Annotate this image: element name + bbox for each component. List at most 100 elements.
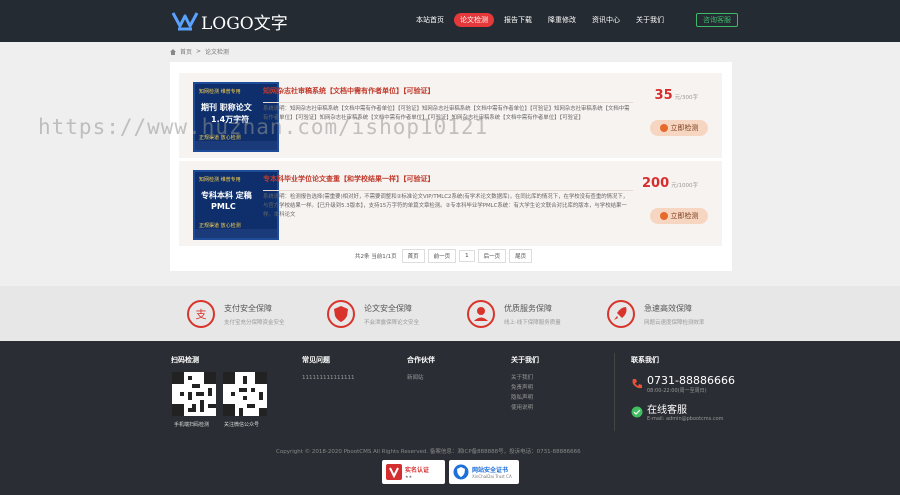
qr-label: 手机端扫码检测 [174, 422, 210, 428]
feature-item: 论文安全保障 不会泄露保障论文安全 [326, 299, 419, 329]
service-icon [467, 300, 495, 328]
pay-icon: 支 [187, 300, 215, 328]
thumb-line: 期刊 职称论文 [201, 103, 252, 112]
badge-subtitle: ★★ [405, 474, 413, 479]
feature-subtitle: 网题云速度保障检测效率 [644, 319, 705, 326]
footer-partner-column: 合作伙伴 新闻站 [407, 355, 435, 383]
footer-link[interactable]: 关于我们 [511, 373, 539, 383]
product-list-panel: 知网检测 维普专用 期刊 职称论文 1.4万字符 正规渠道 放心检测 知网杂志社… [170, 62, 732, 271]
check-now-label: 立即检测 [670, 124, 699, 132]
breadcrumb-home[interactable]: 首页 [180, 47, 192, 56]
nav-home[interactable]: 本站首页 [410, 13, 450, 27]
product-title[interactable]: 知网杂志社审稿系统【文档中需有作者单位】【可验证】 [263, 86, 435, 96]
footer-link[interactable]: 隐私声明 [511, 393, 539, 403]
thumb-line: 1.4万字符 [211, 115, 250, 124]
qr-code-mobile [172, 372, 216, 416]
contact-email: E-mail: admin@pbootcms.com [647, 416, 724, 422]
footer-link[interactable]: 使用说明 [511, 403, 539, 413]
arrow-circle-icon [659, 124, 668, 132]
footer-heading: 常见问题 [302, 356, 330, 364]
footer-faq-column: 常见问题 111111111111111 [302, 355, 355, 383]
feature-title: 论文安全保障 [364, 303, 412, 313]
badge-title: 实名认证 [405, 467, 430, 474]
feature-title: 优质服务保障 [504, 303, 552, 313]
page-number[interactable]: 1 [459, 250, 475, 262]
guarantee-band: 支 支付安全保障 支付宝充分保障资金安全 论文安全保障 不会泄露保障论文安全 优… [0, 286, 900, 341]
product-price: 200 元/1000字 [642, 176, 698, 191]
verified-v-icon [386, 464, 402, 480]
footer-link[interactable]: 111111111111111 [302, 373, 355, 383]
thumb-line: PMLC [211, 202, 236, 211]
logo-text: LOGO文字 [201, 14, 288, 34]
feature-item: 急速高效保障 网题云速度保障检测效率 [606, 299, 705, 329]
footer-qr-column: 扫码检测 [171, 355, 199, 373]
security-cert-badge[interactable]: 网站安全证书 XinChaiDai Trust CA [449, 460, 519, 484]
badge-title: 网站安全证书 [472, 467, 509, 474]
qr-code-wechat [223, 372, 267, 416]
thumb-band [195, 141, 277, 150]
divider [263, 102, 633, 103]
breadcrumb-separator: > [196, 48, 202, 55]
price-value: 35 [654, 88, 673, 103]
security-shield-icon [453, 464, 469, 480]
feature-title: 支付安全保障 [224, 303, 272, 313]
footer-heading: 关于我们 [511, 356, 539, 364]
phone-hours: 08:00-22:00(周一至周日) [647, 388, 707, 394]
product-item: 知网检测 维普专用 专科本科 定稿 PMLC 正规渠道 放心检测 专本科毕业学位… [179, 161, 722, 246]
site-footer: 扫码检测 手机端扫码检测 关注微信公众号 常见问题 11111111111111… [0, 341, 900, 495]
logo-mark-icon [171, 11, 199, 30]
contact-phone[interactable]: 0731-88886666 08:00-22:00(周一至周日) [631, 374, 735, 394]
nav-paper-check[interactable]: 论文检测 [454, 13, 494, 27]
site-logo[interactable]: LOGO文字 [171, 9, 288, 34]
product-description: 系统说明：检测报告选择(需重要)相对好，不需要调整和②标准论文VIP/TMLC2… [263, 194, 629, 218]
feature-title: 急速高效保障 [644, 303, 692, 313]
thumb-line: 知网检测 维普专用 [199, 177, 241, 183]
nav-rewrite[interactable]: 降重修改 [542, 13, 582, 27]
thumb-line: 专科本科 定稿 [201, 191, 252, 200]
main-nav: 本站首页 论文检测 报告下载 降重修改 资讯中心 关于我们 [410, 13, 674, 27]
nav-news[interactable]: 资讯中心 [586, 13, 626, 27]
product-title[interactable]: 专本科毕业学位论文查重【和学校结果一样】【可验证】 [263, 174, 435, 184]
rocket-icon [607, 300, 635, 328]
price-value: 200 [642, 176, 670, 191]
check-now-button[interactable]: 立即检测 [650, 120, 708, 136]
nav-about[interactable]: 关于我们 [630, 13, 670, 27]
page-prev[interactable]: 前一页 [427, 249, 457, 263]
home-icon [170, 48, 176, 55]
svg-text:支: 支 [196, 308, 207, 321]
page-last[interactable]: 尾页 [509, 249, 533, 263]
price-unit: 元/300字 [674, 95, 698, 101]
contact-service[interactable]: 在线客服 E-mail: admin@pbootcms.com [631, 401, 724, 422]
feature-subtitle: 不会泄露保障论文安全 [364, 319, 420, 326]
page-next[interactable]: 后一页 [477, 249, 507, 263]
phone-number: 0731-88886666 [647, 374, 735, 387]
badge-subtitle: XinChaiDai Trust CA [472, 474, 512, 479]
thumb-line: 正规渠道 放心检测 [199, 135, 241, 141]
check-now-button[interactable]: 立即检测 [650, 208, 708, 224]
feature-item: 支 支付安全保障 支付宝充分保障资金安全 [186, 299, 285, 329]
breadcrumb-current[interactable]: 论文检测 [205, 47, 229, 56]
shield-icon [327, 300, 355, 328]
copyright: Copyright © 2018-2020 PbootCMS All Right… [276, 449, 581, 455]
feature-subtitle: 支付宝充分保障资金安全 [224, 319, 285, 326]
pagination-info: 共2条 当前1/1页 [355, 254, 397, 260]
footer-link[interactable]: 新闻站 [407, 373, 435, 383]
thumb-line: 知网检测 维普专用 [199, 89, 241, 95]
pagination: 共2条 当前1/1页 首页 前一页 1 后一页 尾页 [355, 249, 533, 263]
footer-divider [614, 353, 615, 431]
thumb-line: 正规渠道 放心检测 [199, 223, 241, 229]
feature-subtitle: 线上·线下保障服务质量 [504, 319, 561, 326]
online-service-label: 在线客服 [647, 405, 687, 416]
footer-about-column: 关于我们 关于我们 免责声明 隐私声明 使用说明 [511, 355, 539, 413]
product-price: 35 元/300字 [655, 88, 698, 103]
nav-report-download[interactable]: 报告下载 [498, 13, 538, 27]
footer-link[interactable]: 免责声明 [511, 383, 539, 393]
arrow-circle-icon [659, 212, 668, 220]
verified-badge[interactable]: 实名认证 ★★ [382, 460, 445, 484]
thumb-band [195, 229, 277, 238]
page-first[interactable]: 首页 [401, 249, 425, 263]
footer-heading: 扫码检测 [171, 356, 199, 364]
product-item: 知网检测 维普专用 期刊 职称论文 1.4万字符 正规渠道 放心检测 知网杂志社… [179, 73, 722, 158]
qr-label: 关注微信公众号 [224, 422, 260, 428]
consult-button[interactable]: 咨询客服 [696, 13, 738, 27]
